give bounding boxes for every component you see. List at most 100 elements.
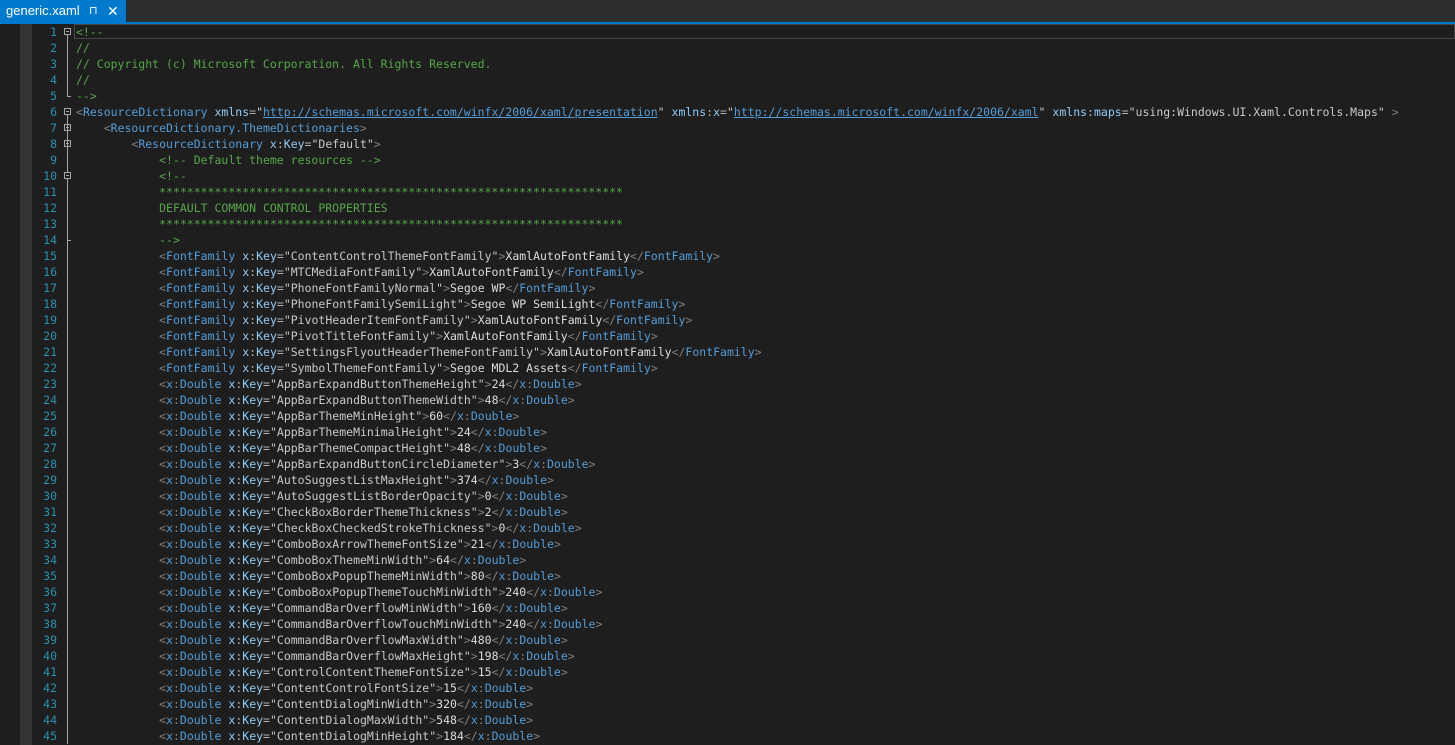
attribute-value: "ComboBoxThemeMinWidth" [269,553,430,567]
code-token: Key [242,521,264,535]
line-number: 17 [43,281,57,295]
code-line: <x:Double x:Key="AppBarThemeMinHeight">6… [76,408,1451,424]
code-token: </ [671,345,686,359]
code-token: : [546,617,554,631]
code-token: > [450,473,457,487]
code-token: = [263,569,270,583]
code-line: ****************************************… [76,216,1451,232]
code-token: : [172,409,180,423]
code-line: <x:Double x:Key="AutoSuggestListBorderOp… [76,488,1451,504]
attribute-value: "ContentDialogMaxWidth" [269,713,430,727]
code-token: Double [179,489,222,503]
code-token: : [477,697,485,711]
code-token: Double [477,553,520,567]
code-token: </ [443,409,457,423]
code-token: x [166,473,173,487]
code-line: --> [76,232,1451,248]
code-token: </ [553,265,568,279]
code-token: FontFamily [166,265,236,279]
code-token: : [172,569,180,583]
document-tab[interactable]: generic.xaml ⊓ ✕ [0,0,126,22]
code-token: = [263,601,270,615]
code-token: Key [256,345,277,359]
code-token: Double [470,409,513,423]
code-token: </ [498,393,513,407]
code-token: </ [567,329,582,343]
code-token: Key [242,633,264,647]
code-token: : [172,681,180,695]
element-value: Segoe WP [450,281,506,295]
code-line: // Copyright (c) Microsoft Corporation. … [76,56,1451,72]
code-token: > [533,729,541,743]
element-value: 15 [477,665,492,679]
line-number: 15 [43,249,57,263]
code-token: </ [491,665,506,679]
editor-left-margin [0,24,20,745]
collapse-icon[interactable] [64,172,71,179]
code-token: <!-- [159,169,187,183]
code-token: x [166,585,173,599]
attribute-value: "AppBarExpandButtonCircleDiameter" [269,457,506,471]
code-line: <FontFamily x:Key="PhoneFontFamilySemiLi… [76,296,1451,312]
attribute-value: "CommandBarOverflowMaxWidth" [269,633,464,647]
close-icon[interactable]: ✕ [107,0,119,22]
code-text-area[interactable]: <!-- // // Copyright (c) Microsoft Corpora… [76,24,1451,745]
code-token: : [172,633,180,647]
element-value: 15 [443,681,457,695]
outline-end-tick [67,240,71,241]
line-number: 23 [43,377,57,391]
line-number: 9 [50,153,57,167]
code-token: < [159,249,167,263]
code-token: </ [567,361,582,375]
outlining-margin[interactable] [64,24,74,745]
line-number: 31 [43,505,57,519]
code-line: <x:Double x:Key="AutoSuggestListMaxHeigh… [76,472,1451,488]
code-token: : [477,713,485,727]
attribute-value: "PhoneFontFamilyNormal" [283,281,444,295]
code-token: Double [179,537,222,551]
code-token: : [172,441,180,455]
glyph-margin[interactable] [20,24,32,745]
line-number: 19 [43,313,57,327]
code-token: < [159,665,167,679]
code-token: > [463,601,471,615]
code-token: Double [179,697,222,711]
code-token: : [172,425,180,439]
code-token: : [172,665,180,679]
code-line: ****************************************… [76,184,1451,200]
code-token: FontFamily [685,345,755,359]
code-token: x [166,617,173,631]
element-value: Segoe WP SemiLight [470,297,596,311]
line-number: 43 [43,697,57,711]
code-editor[interactable]: 1 2 3 4 5 6 7 8 9 10 11 12 13 14 15 16 17 18 19 20 21 22 23 24 2… [0,24,1455,745]
line-number: 36 [43,585,57,599]
code-token: Double [484,697,527,711]
code-token: < [159,617,167,631]
code-token: Double [491,729,534,743]
pin-icon[interactable]: ⊓ [89,0,98,22]
line-number: 26 [43,425,57,439]
code-token: < [159,649,167,663]
collapse-icon[interactable] [64,108,71,115]
code-token: = [263,633,270,647]
element-value: 21 [470,537,485,551]
code-token: FontFamily [166,329,236,343]
code-token: > [595,585,603,599]
code-token: > [526,713,534,727]
code-token: = [263,425,270,439]
collapse-icon[interactable] [64,28,71,35]
code-token: > [463,537,471,551]
code-token: < [159,569,167,583]
code-token: maps [1093,105,1122,119]
